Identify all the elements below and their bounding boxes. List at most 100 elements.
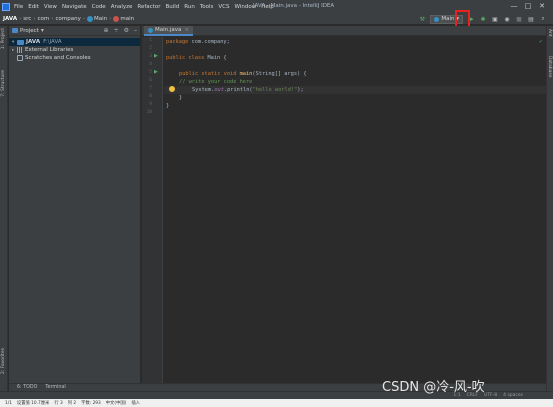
line-number: 7 bbox=[149, 86, 152, 91]
column-indicator: 列 2 bbox=[67, 401, 77, 406]
code-line-5: public static void main(String[] args) { bbox=[179, 70, 307, 78]
code-line-6: // write your code here bbox=[179, 78, 252, 86]
method-icon bbox=[113, 15, 120, 22]
search-icon[interactable]: ⌕ bbox=[539, 15, 547, 23]
code-string: "hello world!" bbox=[252, 87, 298, 93]
breadcrumb-main-method[interactable]: main bbox=[120, 16, 134, 22]
breadcrumb-separator-icon: › bbox=[19, 15, 22, 22]
line-number: 4 bbox=[149, 62, 152, 67]
stop-icon[interactable]: ■ bbox=[515, 15, 523, 23]
project-panel-actions: ⊕ ÷ ⚙ – bbox=[99, 27, 137, 34]
library-icon bbox=[17, 47, 23, 53]
breadcrumb-src[interactable]: src bbox=[23, 16, 31, 22]
code-editor[interactable]: ✓ package com.company; public class Main… bbox=[164, 37, 546, 383]
maximize-button[interactable]: □ bbox=[521, 2, 535, 11]
menu-tools[interactable]: Tools bbox=[200, 4, 214, 10]
menu-code[interactable]: Code bbox=[92, 4, 106, 10]
breadcrumb-main-class[interactable]: Main bbox=[94, 16, 107, 22]
tree-item-external-libraries[interactable]: ▸ External Libraries bbox=[9, 46, 140, 54]
code-token: ); bbox=[297, 87, 304, 93]
language-indicator: 中文(中国) bbox=[105, 401, 127, 406]
tree-item-project-root[interactable]: ▾ JAVA F:\JAVA bbox=[9, 38, 140, 46]
terminal-tool-tab[interactable]: Terminal bbox=[45, 385, 65, 390]
code-line-1: package com.company; bbox=[166, 38, 230, 46]
module-folder-icon bbox=[17, 39, 24, 45]
run-gutter-icon[interactable]: ▶ bbox=[154, 69, 158, 75]
hide-icon[interactable]: – bbox=[134, 27, 137, 34]
navigation-bar: JAVA › src › com › company › Main › main… bbox=[0, 13, 553, 25]
line-number: 8 bbox=[149, 94, 152, 99]
breadcrumb-separator-icon: › bbox=[33, 15, 36, 22]
line-number: 2 bbox=[149, 46, 152, 51]
breadcrumb-separator-icon: › bbox=[109, 15, 112, 22]
run-toolbar: ⚒ Main ▾ ▶ ✱ ▣ ◉ ■ ▤ ⌕ bbox=[416, 14, 549, 24]
menu-build[interactable]: Build bbox=[165, 4, 179, 10]
menu-bar: File Edit View Navigate Code Analyze Ref… bbox=[14, 4, 279, 10]
breadcrumb-separator-icon: › bbox=[82, 15, 86, 22]
debug-icon[interactable]: ✱ bbox=[479, 15, 487, 23]
menu-run[interactable]: Run bbox=[184, 4, 195, 10]
indent-setting[interactable]: 4 spaces bbox=[503, 393, 523, 398]
structure-tool-tab[interactable]: 7: Structure bbox=[1, 70, 6, 97]
menu-navigate[interactable]: Navigate bbox=[62, 4, 87, 10]
line-number: 5 bbox=[149, 70, 152, 75]
tab-label: Main.java bbox=[155, 27, 182, 33]
locate-icon[interactable]: ⊕ bbox=[104, 27, 109, 34]
row-indicator: 行 3 bbox=[54, 401, 63, 406]
menu-vcs[interactable]: VCS bbox=[218, 4, 229, 10]
menu-edit[interactable]: Edit bbox=[28, 4, 39, 10]
code-token: .println( bbox=[223, 87, 253, 93]
menu-refactor[interactable]: Refactor bbox=[137, 4, 160, 10]
todo-tool-tab[interactable]: 6: TODO bbox=[17, 385, 37, 390]
code-line-9: } bbox=[166, 102, 169, 110]
database-tool-tab[interactable]: Database bbox=[547, 56, 552, 77]
run-configuration-label: Main bbox=[441, 16, 455, 22]
editor-gutter: 1 2 3 ▶ 4 5 ▶ 6 7 8 9 10 bbox=[142, 37, 163, 383]
breadcrumb-com[interactable]: com bbox=[38, 16, 50, 22]
project-folder-icon bbox=[12, 28, 18, 33]
application-icon bbox=[434, 16, 440, 22]
profile-icon[interactable]: ◉ bbox=[503, 15, 511, 23]
favorites-tool-tab[interactable]: 2: Favorites bbox=[1, 348, 6, 374]
project-tool-tab[interactable]: 1: Project bbox=[1, 28, 6, 49]
project-structure-icon[interactable]: ▤ bbox=[527, 15, 535, 23]
build-hammer-icon[interactable]: ⚒ bbox=[418, 15, 426, 23]
gear-icon[interactable]: ⚙ bbox=[124, 27, 129, 34]
menu-file[interactable]: File bbox=[14, 4, 23, 10]
project-panel-title[interactable]: Project bbox=[20, 28, 39, 34]
close-button[interactable]: ✕ bbox=[535, 2, 549, 11]
line-number: 10 bbox=[146, 110, 152, 115]
code-comment: // write your code here bbox=[179, 79, 253, 85]
project-panel-header: Project ▾ ⊕ ÷ ⚙ – bbox=[9, 26, 140, 36]
tree-item-scratches[interactable]: Scratches and Consoles bbox=[9, 54, 140, 62]
breadcrumb-company[interactable]: company bbox=[55, 16, 80, 22]
lightbulb-icon[interactable] bbox=[169, 86, 175, 92]
menu-analyze[interactable]: Analyze bbox=[111, 4, 133, 10]
project-panel: Project ▾ ⊕ ÷ ⚙ – ▾ JAVA F:\JAVA ▸ Exter… bbox=[9, 26, 141, 383]
file-encoding[interactable]: UTF-8 bbox=[484, 393, 497, 398]
code-token: public class bbox=[166, 55, 205, 61]
ant-tool-tab[interactable]: Ant bbox=[547, 29, 552, 37]
project-tree: ▾ JAVA F:\JAVA ▸ External Libraries Scra… bbox=[9, 36, 140, 62]
close-icon[interactable]: × bbox=[184, 27, 189, 33]
tab-main-java[interactable]: Main.java × bbox=[144, 26, 194, 36]
inspection-ok-icon[interactable]: ✓ bbox=[539, 39, 543, 45]
left-tool-strip: 1: Project 7: Structure 2: Favorites bbox=[0, 26, 8, 397]
code-line-8: } bbox=[179, 94, 182, 102]
breadcrumb-project[interactable]: JAVA bbox=[3, 16, 17, 22]
minimize-button[interactable]: — bbox=[507, 2, 521, 11]
code-line-7: System.out.println("hello world!"); bbox=[192, 86, 304, 94]
line-number: 3 bbox=[149, 54, 152, 59]
chevron-down-icon[interactable]: ▾ bbox=[41, 27, 44, 34]
csdn-watermark: CSDN @冷-风-吹 bbox=[382, 380, 485, 395]
coverage-icon[interactable]: ▣ bbox=[491, 15, 499, 23]
window-title: JAVA - Main.java - IntelliJ IDEA bbox=[253, 3, 335, 9]
run-gutter-icon[interactable]: ▶ bbox=[154, 53, 158, 59]
tree-item-path: F:\JAVA bbox=[43, 39, 62, 45]
menu-view[interactable]: View bbox=[44, 4, 57, 10]
tree-item-label: Scratches and Consoles bbox=[25, 55, 91, 61]
line-number: 1 bbox=[149, 38, 152, 43]
code-token: } bbox=[179, 95, 183, 101]
title-bar: File Edit View Navigate Code Analyze Ref… bbox=[0, 0, 553, 13]
collapse-icon[interactable]: ÷ bbox=[114, 27, 119, 34]
